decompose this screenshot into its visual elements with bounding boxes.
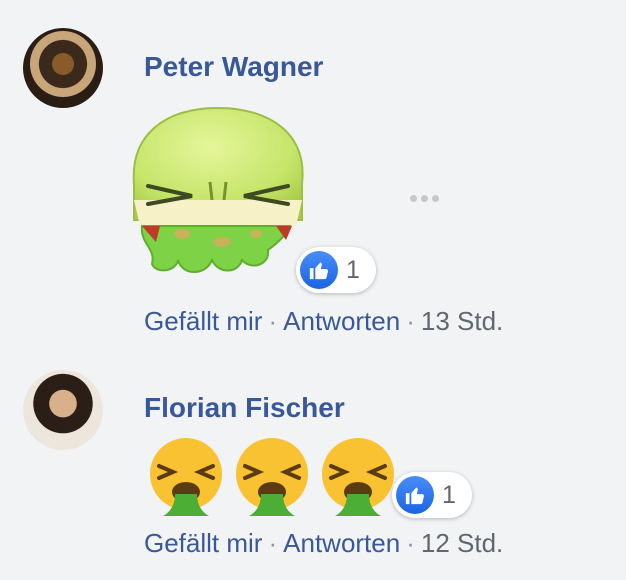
timestamp[interactable]: 13 Std.	[421, 306, 503, 336]
avatar[interactable]	[23, 28, 103, 108]
comment-author[interactable]: Peter Wagner	[144, 51, 323, 83]
thumbs-up-icon	[396, 476, 434, 514]
thumbs-up-icon	[300, 251, 338, 289]
face-vomiting-emoji	[150, 438, 222, 516]
like-link[interactable]: Gefällt mir	[144, 306, 262, 336]
separator: ·	[406, 528, 415, 558]
reaction-count: 1	[346, 255, 360, 284]
comment-actions: Gefällt mir · Antworten · 13 Std.	[144, 306, 503, 337]
comment-peter-wagner: Peter Wagner 1 Gefällt mir · Antworten · 13 …	[0, 0, 626, 350]
face-vomiting-emoji	[322, 438, 394, 516]
like-link[interactable]: Gefällt mir	[144, 528, 262, 558]
timestamp[interactable]: 12 Std.	[421, 528, 503, 558]
reaction-summary[interactable]: 1	[392, 472, 472, 518]
reply-link[interactable]: Antworten	[283, 306, 400, 336]
vomiting-face-sticker	[132, 106, 304, 273]
reaction-summary[interactable]: 1	[296, 247, 376, 293]
emoji-row	[145, 436, 399, 518]
comment-actions: Gefällt mir · Antworten · 12 Std.	[144, 528, 503, 559]
separator: ·	[268, 528, 278, 558]
reply-link[interactable]: Antworten	[283, 528, 400, 558]
face-vomiting-emoji	[236, 438, 308, 516]
avatar[interactable]	[23, 370, 103, 450]
more-options-icon[interactable]	[404, 190, 444, 206]
comment-author[interactable]: Florian Fischer	[144, 392, 345, 424]
separator: ·	[406, 306, 415, 336]
reaction-count: 1	[442, 480, 456, 509]
comment-florian-fischer: Florian Fischer 1 Gefällt mir · Antworte…	[0, 350, 626, 580]
separator: ·	[268, 306, 278, 336]
